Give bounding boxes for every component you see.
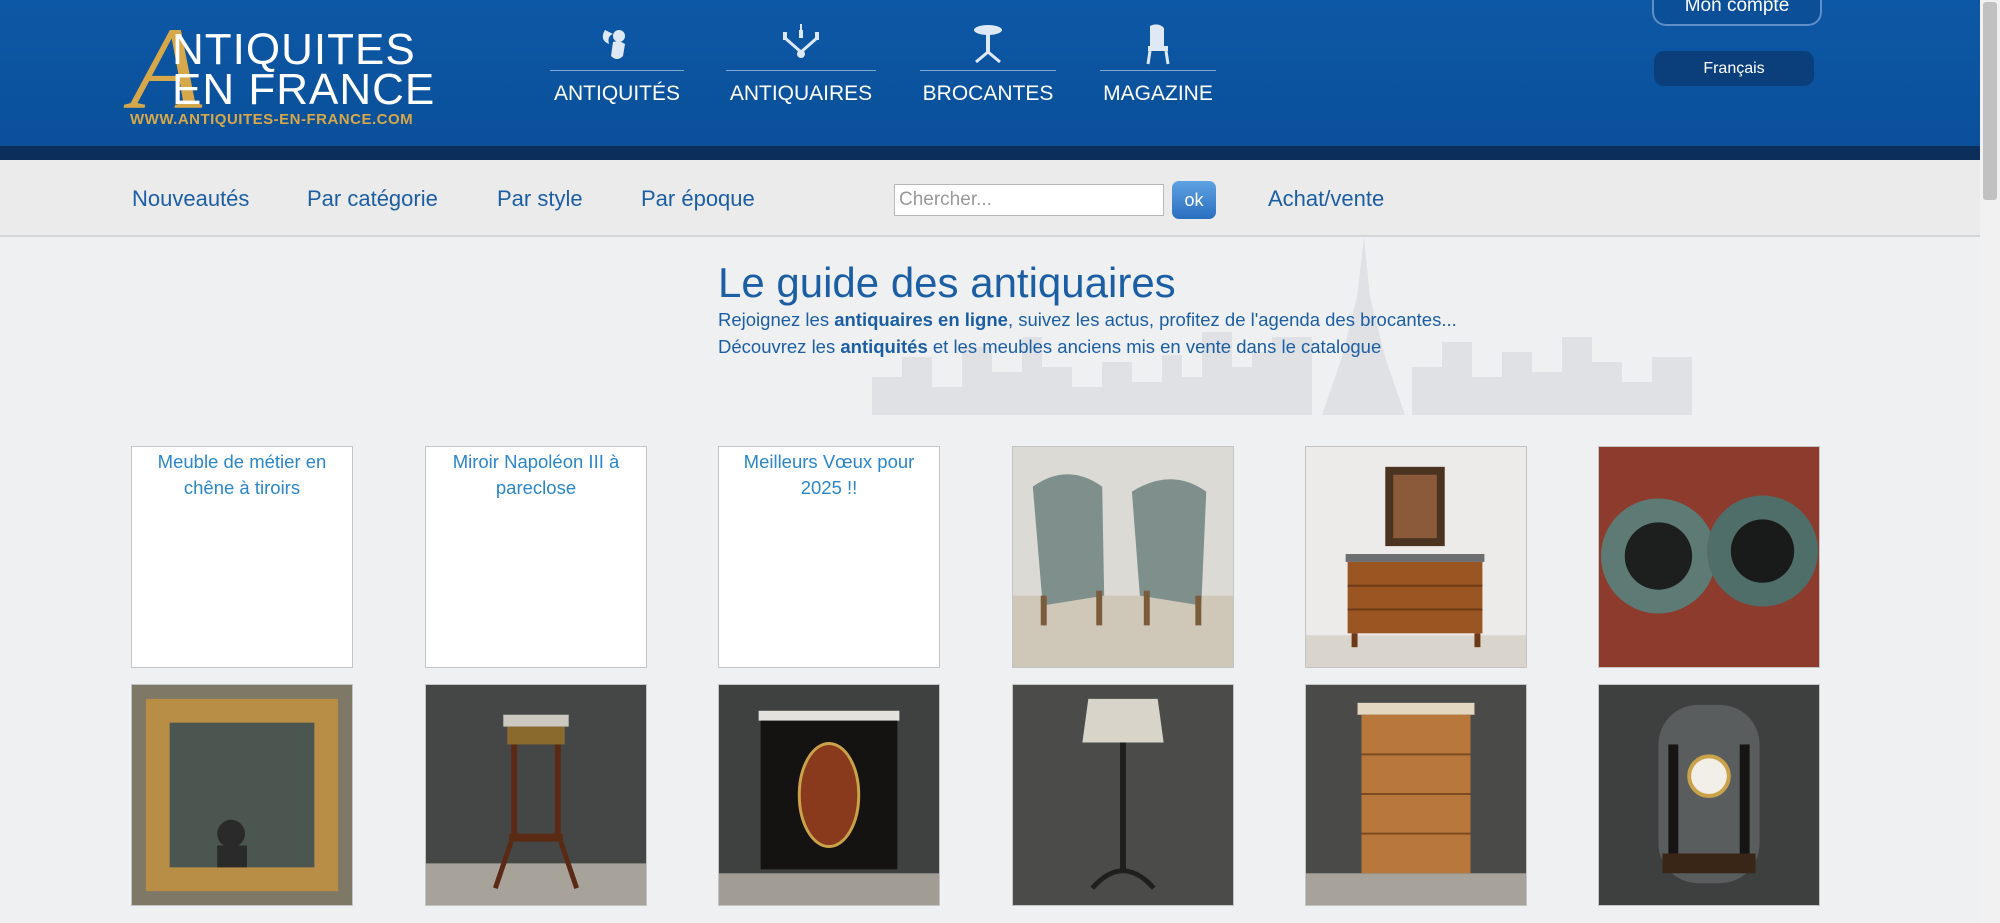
nav-magazine[interactable]: MAGAZINE: [1100, 22, 1216, 112]
nav-antiquites[interactable]: ANTIQUITÉS: [550, 22, 684, 112]
chest-of-drawers-photo: [1306, 685, 1526, 905]
product-card[interactable]: [1305, 684, 1527, 906]
site-header: A NTIQUITES EN FRANCE WWW.ANTIQUITES-EN-…: [0, 0, 1980, 160]
chair-icon: [1146, 24, 1170, 65]
nav-label: BROCANTES: [922, 82, 1054, 105]
gilded-mirror-photo: [132, 685, 352, 905]
nav-brocantes[interactable]: BROCANTES: [920, 22, 1056, 112]
nav-label: ANTIQUITÉS: [553, 82, 680, 105]
link-achat-vente[interactable]: Achat/vente: [1268, 186, 1384, 212]
link-par-epoque[interactable]: Par époque: [641, 186, 755, 212]
account-button[interactable]: Mon compte: [1652, 0, 1822, 26]
page-scrollbar[interactable]: [1980, 0, 2000, 923]
product-card[interactable]: [1305, 446, 1527, 668]
product-card[interactable]: [1012, 684, 1234, 906]
product-card[interactable]: [131, 684, 353, 906]
intro-line-2: Découvrez les antiquités et les meubles …: [718, 336, 1382, 357]
boulle-cabinet-photo: [719, 685, 939, 905]
language-selector[interactable]: Français: [1654, 51, 1814, 86]
portico-clock-photo: [1599, 685, 1819, 905]
category-nav: Nouveautés Par catégorie Par style Par é…: [0, 160, 1980, 237]
commode-photo: [1306, 447, 1526, 667]
product-card[interactable]: [718, 684, 940, 906]
cherub-icon: [602, 30, 625, 59]
product-card[interactable]: [1598, 684, 1820, 906]
product-card[interactable]: Meuble de métier en chêne à tiroirs: [131, 446, 353, 668]
search-submit-button[interactable]: ok: [1172, 181, 1216, 219]
floor-lamp-photo: [1013, 685, 1233, 905]
nav-label: ANTIQUAIRES: [729, 82, 873, 105]
scrollbar-thumb[interactable]: [1983, 2, 1997, 200]
gramophone-horns-photo: [1599, 447, 1819, 667]
armchairs-photo: [1013, 447, 1233, 667]
link-antiquaires-en-ligne[interactable]: antiquaires en ligne: [834, 309, 1008, 330]
site-logo[interactable]: A NTIQUITES EN FRANCE WWW.ANTIQUITES-EN-…: [130, 10, 440, 132]
pedestal-photo: [426, 685, 646, 905]
product-card[interactable]: [1598, 446, 1820, 668]
link-nouveautes[interactable]: Nouveautés: [132, 186, 249, 212]
broken-image-alt: Meuble de métier en chêne à tiroirs: [157, 451, 327, 498]
chandelier-icon: [783, 24, 819, 58]
header-bottom-strip: [0, 146, 1980, 160]
nav-antiquaires[interactable]: ANTIQUAIRES: [726, 22, 876, 112]
logo-line-2: EN FRANCE: [172, 65, 436, 114]
link-par-categorie[interactable]: Par catégorie: [307, 186, 438, 212]
link-antiquites[interactable]: antiquités: [840, 336, 927, 357]
broken-image-alt: Miroir Napoléon III à pareclose: [452, 451, 620, 498]
pedestal-table-icon: [974, 25, 1002, 64]
product-card[interactable]: [1012, 446, 1234, 668]
product-card[interactable]: Meilleurs Vœux pour 2025 !!: [718, 446, 940, 668]
product-card[interactable]: Miroir Napoléon III à pareclose: [425, 446, 647, 668]
intro-line-1: Rejoignez les antiquaires en ligne, suiv…: [718, 309, 1457, 330]
link-par-style[interactable]: Par style: [497, 186, 583, 212]
search-input[interactable]: [894, 184, 1164, 216]
logo-url: WWW.ANTIQUITES-EN-FRANCE.COM: [130, 111, 414, 128]
broken-image-alt: Meilleurs Vœux pour 2025 !!: [743, 451, 915, 498]
product-card[interactable]: [425, 684, 647, 906]
nav-label: MAGAZINE: [1103, 82, 1213, 105]
page-title: Le guide des antiquaires: [718, 259, 1176, 306]
main-content: Le guide des antiquaires Rejoignez les a…: [0, 237, 1980, 923]
